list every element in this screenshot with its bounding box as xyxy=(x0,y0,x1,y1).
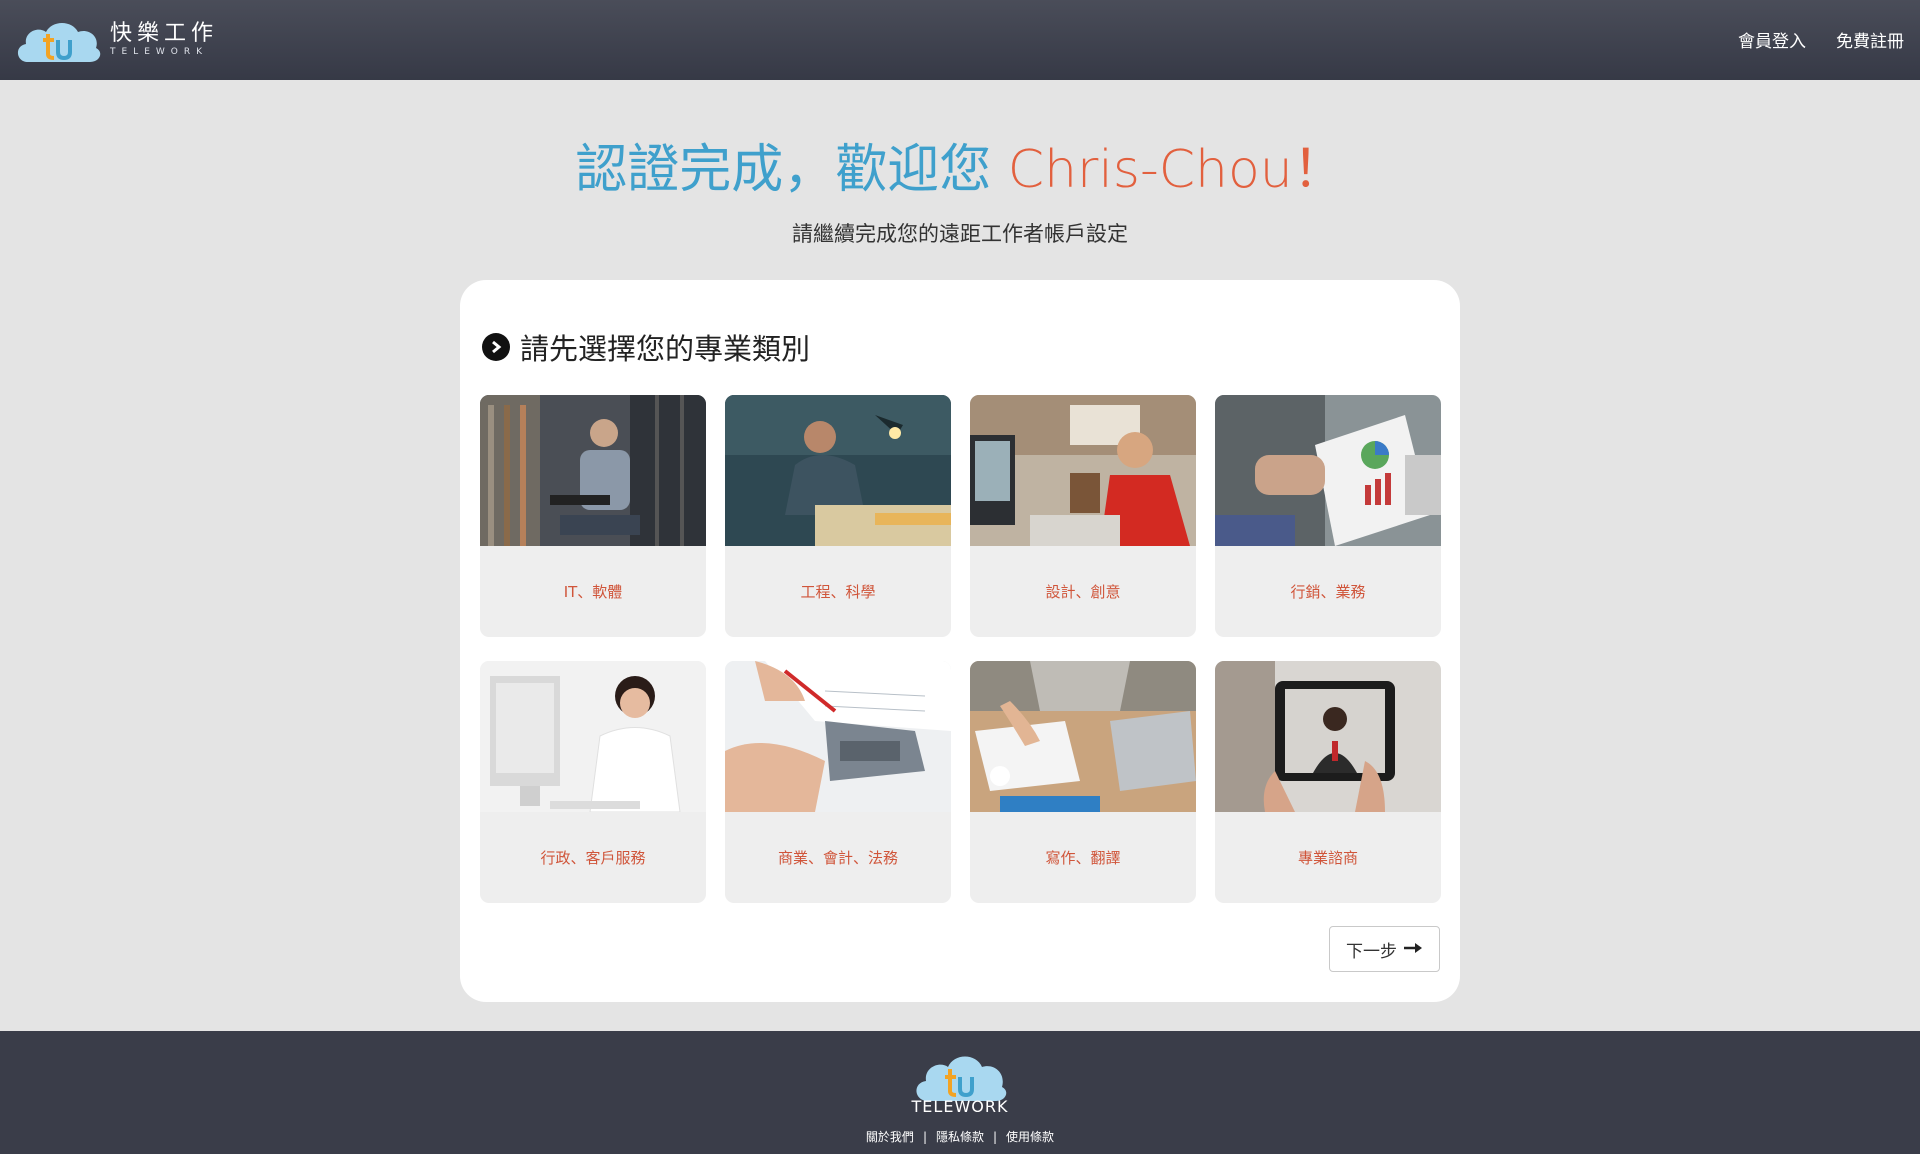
brand-name-cn: 快樂工作 xyxy=(110,21,219,46)
welcome-text: 認證完成，歡迎您 xyxy=(575,140,1008,200)
category-card-engineering[interactable]: 工程、科學 xyxy=(725,395,951,637)
category-panel: 請先選擇您的專業類別 IT、軟體 工程、科學 設計、創意 行銷、業務 行政、客戶… xyxy=(460,280,1460,1002)
category-label: 工程、科學 xyxy=(800,583,876,601)
brand-name-en: TELEWORK xyxy=(110,47,209,57)
engineer-desk-lamp-photo xyxy=(725,395,951,546)
sales-charts-photo xyxy=(1215,395,1441,546)
site-footer: TELEWORK 關於我們 | 隱私條款 | 使用條款 xyxy=(0,1031,1920,1154)
about-link[interactable]: 關於我們 xyxy=(866,1130,914,1144)
category-card-writing[interactable]: 寫作、翻譯 xyxy=(970,661,1196,903)
terms-link[interactable]: 使用條款 xyxy=(1006,1130,1054,1144)
category-card-admin[interactable]: 行政、客戶服務 xyxy=(480,661,706,903)
category-label: IT、軟體 xyxy=(563,583,623,601)
cloud-logo-icon xyxy=(14,16,102,64)
customer-service-woman-photo xyxy=(480,661,706,812)
privacy-link[interactable]: 隱私條款 xyxy=(936,1130,984,1144)
category-label: 行政、客戶服務 xyxy=(540,849,646,867)
next-step-button[interactable]: 下一步 xyxy=(1329,926,1440,972)
header-nav: 會員登入 免費註冊 xyxy=(1738,27,1904,52)
category-card-consulting[interactable]: 專業諮商 xyxy=(1215,661,1441,903)
writing-notebook-laptop-photo xyxy=(970,661,1196,812)
welcome-title: 認證完成，歡迎您 Chris-Chou！ xyxy=(0,127,1920,202)
login-link[interactable]: 會員登入 xyxy=(1738,27,1806,52)
accounting-calculator-photo xyxy=(725,661,951,812)
footer-brand: TELEWORK xyxy=(911,1097,1009,1116)
section-header: 請先選擇您的專業類別 xyxy=(482,326,810,368)
top-navbar: 快樂工作 TELEWORK 會員登入 免費註冊 xyxy=(0,0,1920,80)
site-logo[interactable]: 快樂工作 TELEWORK xyxy=(14,16,218,64)
server-room-worker-photo xyxy=(480,395,706,546)
chevron-right-circle-icon xyxy=(482,333,510,361)
category-card-design[interactable]: 設計、創意 xyxy=(970,395,1196,637)
category-label: 行銷、業務 xyxy=(1290,583,1366,601)
welcome-subtitle: 請繼續完成您的遠距工作者帳戶設定 xyxy=(792,222,1128,246)
register-link[interactable]: 免費註冊 xyxy=(1836,27,1904,52)
footer-links: 關於我們 | 隱私條款 | 使用條款 xyxy=(865,1130,1055,1144)
category-label: 設計、創意 xyxy=(1045,583,1121,601)
category-card-it[interactable]: IT、軟體 xyxy=(480,395,706,637)
category-card-business[interactable]: 商業、會計、法務 xyxy=(725,661,951,903)
category-label: 專業諮商 xyxy=(1297,849,1358,867)
next-step-label: 下一步 xyxy=(1346,941,1397,962)
designer-at-desk-photo xyxy=(970,395,1196,546)
category-label: 商業、會計、法務 xyxy=(777,849,898,867)
section-title: 請先選擇您的專業類別 xyxy=(520,332,811,366)
category-label: 寫作、翻譯 xyxy=(1045,849,1121,867)
username: Chris-Chou xyxy=(1007,140,1293,200)
video-call-tablet-photo xyxy=(1215,661,1441,812)
category-card-marketing[interactable]: 行銷、業務 xyxy=(1215,395,1441,637)
arrow-right-icon xyxy=(1403,939,1423,959)
welcome-exclaim: ！ xyxy=(1292,140,1345,200)
